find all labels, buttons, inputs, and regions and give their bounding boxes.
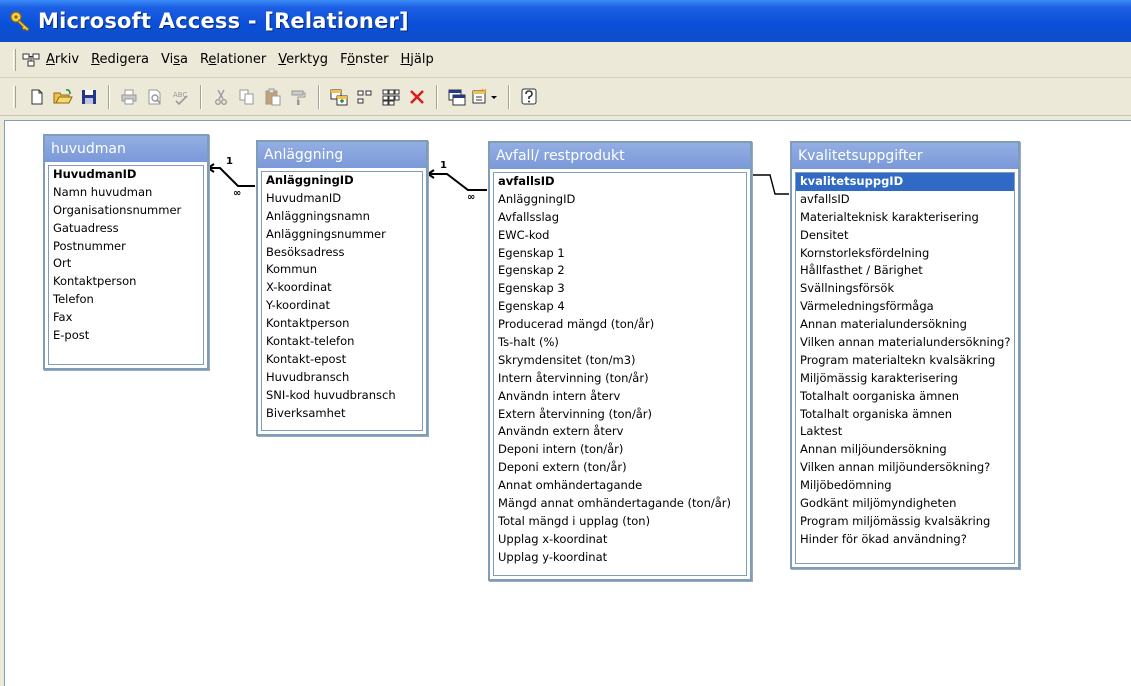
field[interactable]: Egenskap 3	[494, 280, 746, 298]
field[interactable]: Kontaktperson	[262, 315, 422, 333]
field[interactable]: Upplag y-koordinat	[494, 549, 746, 567]
field[interactable]: EWC-kod	[494, 227, 746, 245]
field-primary-key[interactable]: HuvudmanID	[49, 166, 203, 184]
field[interactable]: Besöksadress	[262, 244, 422, 262]
table-anlaggning[interactable]: Anläggning AnläggningID HuvudmanID Anläg…	[256, 140, 428, 436]
field[interactable]: Annat omhändertagande	[494, 477, 746, 495]
field-list: kvalitetsuppgID avfallsID Materialteknis…	[795, 172, 1015, 564]
field[interactable]: X-koordinat	[262, 279, 422, 297]
relationship-avfall-kvalitet[interactable]	[752, 174, 789, 195]
field[interactable]: Intern återvinning (ton/år)	[494, 370, 746, 388]
field[interactable]: Upplag x-koordinat	[494, 531, 746, 549]
field-primary-key[interactable]: avfallsID	[494, 173, 746, 191]
field[interactable]: Kontakt-telefon	[262, 333, 422, 351]
table-avfall-restprodukt[interactable]: Avfall/ restprodukt avfallsID Anläggning…	[488, 141, 752, 581]
field[interactable]: Vilken annan miljöundersökning?	[796, 459, 1014, 477]
field[interactable]: Ort	[49, 255, 203, 273]
field[interactable]: Totalhalt oorganiska ämnen	[796, 388, 1014, 406]
field[interactable]: Gatuadress	[49, 220, 203, 238]
field[interactable]: Anläggningsnummer	[262, 226, 422, 244]
field[interactable]: Hinder för ökad användning?	[796, 531, 1014, 549]
field[interactable]: Kontakt-epost	[262, 351, 422, 369]
table-kvalitetsuppgifter[interactable]: Kvalitetsuppgifter kvalitetsuppgID avfal…	[790, 141, 1020, 569]
field[interactable]: Densitet	[796, 227, 1014, 245]
field[interactable]: Laktest	[796, 423, 1014, 441]
field[interactable]: Hållfasthet / Bärighet	[796, 262, 1014, 280]
field[interactable]: Godkänt miljömyndigheten	[796, 495, 1014, 513]
field[interactable]: Biverksamhet	[262, 405, 422, 423]
field[interactable]: Ts-halt (%)	[494, 334, 746, 352]
cardinality-many: ∞	[467, 192, 475, 203]
field[interactable]: Användn extern återv	[494, 423, 746, 441]
field[interactable]: Annan materialundersökning	[796, 316, 1014, 334]
field[interactable]: Miljöbedömning	[796, 477, 1014, 495]
field[interactable]: Program materialtekn kvalsäkring	[796, 352, 1014, 370]
field[interactable]: Kontaktperson	[49, 273, 203, 291]
table-title[interactable]: Anläggning	[258, 142, 426, 168]
field[interactable]: Kommun	[262, 261, 422, 279]
field[interactable]: HuvudmanID	[262, 190, 422, 208]
field-primary-key[interactable]: AnläggningID	[262, 172, 422, 190]
table-title[interactable]: Avfall/ restprodukt	[490, 143, 750, 169]
field[interactable]: Skrymdensitet (ton/m3)	[494, 352, 746, 370]
cardinality-one: 1	[226, 156, 233, 167]
field[interactable]: Producerad mängd (ton/år)	[494, 316, 746, 334]
field[interactable]: E-post	[49, 327, 203, 345]
field[interactable]: Egenskap 1	[494, 245, 746, 263]
field[interactable]: Fax	[49, 309, 203, 327]
field[interactable]: Annan miljöundersökning	[796, 441, 1014, 459]
relationship-huvudman-anlaggning[interactable]: 1 ∞	[207, 156, 255, 199]
field[interactable]: Y-koordinat	[262, 297, 422, 315]
field[interactable]: SNI-kod huvudbransch	[262, 387, 422, 405]
field[interactable]: Värmeledningsförmåga	[796, 298, 1014, 316]
field[interactable]: Svällningsförsök	[796, 280, 1014, 298]
field[interactable]: Användn intern återv	[494, 388, 746, 406]
field[interactable]: Telefon	[49, 291, 203, 309]
field[interactable]: Deponi extern (ton/år)	[494, 459, 746, 477]
field-list: AnläggningID HuvudmanID Anläggningsnamn …	[261, 171, 423, 431]
field-primary-key[interactable]: kvalitetsuppgID	[796, 173, 1014, 191]
field-list: HuvudmanID Namn huvudman Organisationsnu…	[48, 165, 204, 365]
field[interactable]: Extern återvinning (ton/år)	[494, 406, 746, 424]
table-huvudman[interactable]: huvudman HuvudmanID Namn huvudman Organi…	[43, 134, 209, 370]
field[interactable]: Avfallsslag	[494, 209, 746, 227]
field-list: avfallsID AnläggningID Avfallsslag EWC-k…	[493, 172, 747, 576]
field[interactable]: Mängd annat omhändertagande (ton/år)	[494, 495, 746, 513]
relationship-anlaggning-avfall[interactable]: 1 ∞	[427, 160, 487, 203]
field[interactable]: Anläggningsnamn	[262, 208, 422, 226]
field[interactable]: Deponi intern (ton/år)	[494, 441, 746, 459]
table-title[interactable]: Kvalitetsuppgifter	[792, 143, 1018, 169]
field[interactable]: Totalhalt organiska ämnen	[796, 406, 1014, 424]
field[interactable]: Vilken annan materialundersökning?	[796, 334, 1014, 352]
table-title[interactable]: huvudman	[45, 136, 207, 162]
field[interactable]: Program miljömässig kvalsäkring	[796, 513, 1014, 531]
field[interactable]: Huvudbransch	[262, 369, 422, 387]
field[interactable]: Materialteknisk karakterisering	[796, 209, 1014, 227]
cardinality-many: ∞	[233, 188, 241, 199]
field[interactable]: Total mängd i upplag (ton)	[494, 513, 746, 531]
cardinality-one: 1	[440, 160, 447, 171]
field[interactable]: Kornstorleksfördelning	[796, 245, 1014, 263]
field[interactable]: AnläggningID	[494, 191, 746, 209]
field[interactable]: avfallsID	[796, 191, 1014, 209]
field[interactable]: Egenskap 4	[494, 298, 746, 316]
field[interactable]: Egenskap 2	[494, 262, 746, 280]
field[interactable]: Organisationsnummer	[49, 202, 203, 220]
field[interactable]: Miljömässig karakterisering	[796, 370, 1014, 388]
field[interactable]: Postnummer	[49, 238, 203, 256]
field[interactable]: Namn huvudman	[49, 184, 203, 202]
